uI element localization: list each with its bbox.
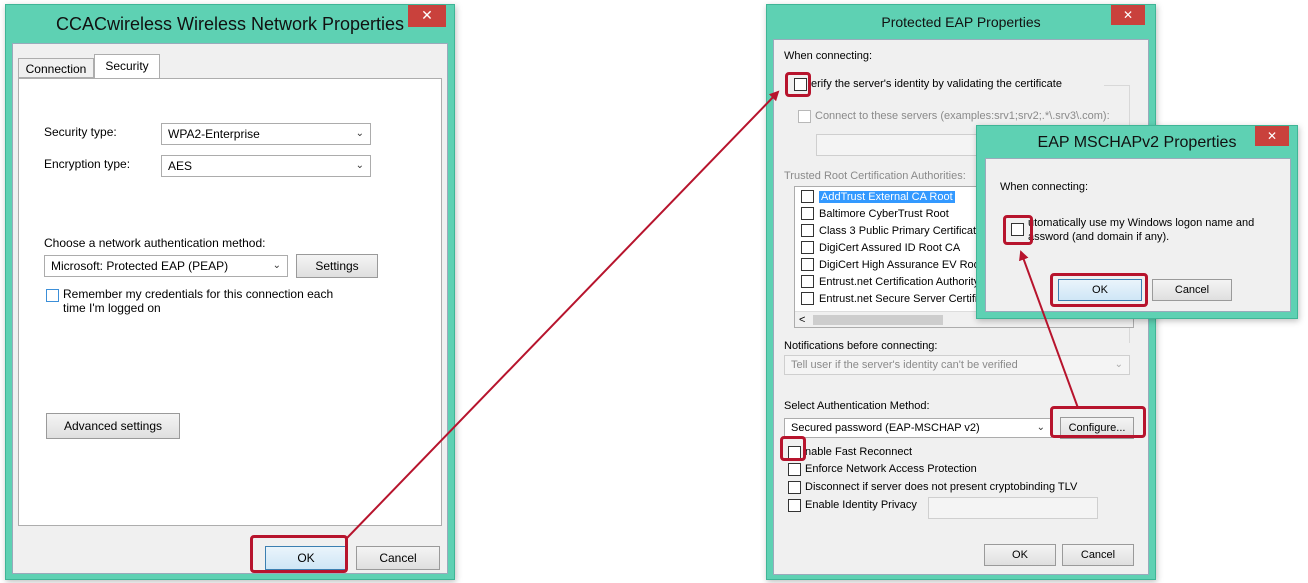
auto-logon-label-2: assword (and domain if any).: [1028, 231, 1170, 243]
window-client: Connection Security Security type: WPA2-…: [12, 43, 448, 574]
highlight-configure-button: [1050, 406, 1146, 438]
security-type-value: WPA2-Enterprise: [168, 127, 260, 141]
auth-method-label: Choose a network authentication method:: [44, 236, 266, 250]
disconnect-tlv-label: Disconnect if server does not present cr…: [805, 481, 1078, 493]
remember-credentials-label-2: time I'm logged on: [63, 301, 161, 315]
cert-name: Baltimore CyberTrust Root: [819, 208, 949, 220]
chevron-down-icon: ⌄: [1114, 359, 1123, 370]
encryption-type-value: AES: [168, 159, 193, 173]
cert-name: AddTrust External CA Root: [819, 191, 955, 203]
scroll-left-icon[interactable]: <: [799, 312, 805, 327]
cert-checkbox[interactable]: [801, 275, 814, 288]
identity-privacy-input[interactable]: [928, 497, 1098, 519]
highlight-ok-button: [250, 535, 348, 573]
cert-name: Class 3 Public Primary Certification: [819, 225, 991, 237]
when-connecting-label: When connecting:: [1000, 181, 1089, 193]
remember-credentials-checkbox[interactable]: [46, 289, 59, 302]
highlight-auto-logon: [1003, 215, 1033, 245]
auto-logon-label-1: utomatically use my Windows logon name a…: [1028, 217, 1255, 229]
auth-method-select[interactable]: Secured password (EAP-MSCHAP v2) ⌄: [784, 418, 1052, 438]
cert-name: Entrust.net Certification Authority: [819, 276, 980, 288]
cert-checkbox[interactable]: [801, 241, 814, 254]
encryption-type-select[interactable]: AES ⌄: [161, 155, 371, 177]
cancel-button[interactable]: Cancel: [1152, 279, 1232, 301]
window-title: EAP MSCHAPv2 Properties: [1037, 134, 1237, 151]
cert-checkbox[interactable]: [801, 258, 814, 271]
network-properties-window: CCACwireless Wireless Network Properties…: [5, 4, 455, 580]
enforce-nap-checkbox[interactable]: [788, 463, 801, 476]
close-button[interactable]: ✕: [1255, 126, 1289, 146]
cert-name: Entrust.net Secure Server Certific: [819, 293, 983, 305]
tab-security[interactable]: Security: [94, 54, 160, 79]
highlight-fast-reconnect: [780, 436, 806, 461]
cert-name: DigiCert Assured ID Root CA: [819, 242, 961, 254]
window-title: CCACwireless Wireless Network Properties: [55, 14, 405, 34]
verify-identity-label: erify the server's identity by validatin…: [811, 78, 1062, 90]
auth-method-value: Secured password (EAP-MSCHAP v2): [791, 422, 980, 434]
security-type-label: Security type:: [44, 125, 117, 139]
cert-checkbox[interactable]: [801, 207, 814, 220]
highlight-mschap-ok: [1050, 273, 1148, 307]
window-title: Protected EAP Properties: [881, 14, 1041, 30]
auth-method-select[interactable]: Microsoft: Protected EAP (PEAP) ⌄: [44, 255, 288, 277]
settings-button[interactable]: Settings: [296, 254, 378, 278]
connect-servers-checkbox[interactable]: [798, 110, 811, 123]
when-connecting-label: When connecting:: [784, 50, 873, 62]
notifications-value: Tell user if the server's identity can't…: [791, 359, 1018, 371]
tab-panel: Security type: WPA2-Enterprise ⌄ Encrypt…: [18, 78, 442, 526]
security-type-select[interactable]: WPA2-Enterprise ⌄: [161, 123, 371, 145]
notifications-label: Notifications before connecting:: [784, 340, 938, 352]
chevron-down-icon: ⌄: [272, 260, 281, 271]
chevron-down-icon: ⌄: [355, 128, 364, 139]
cert-checkbox[interactable]: [801, 190, 814, 203]
chevron-down-icon: ⌄: [355, 160, 364, 171]
highlight-verify-checkbox: [785, 72, 811, 97]
select-auth-label: Select Authentication Method:: [784, 400, 930, 412]
enforce-nap-label: Enforce Network Access Protection: [805, 463, 977, 475]
advanced-settings-button[interactable]: Advanced settings: [46, 413, 180, 439]
identity-privacy-label: Enable Identity Privacy: [805, 499, 917, 511]
trusted-roots-label: Trusted Root Certification Authorities:: [784, 170, 966, 182]
identity-privacy-checkbox[interactable]: [788, 499, 801, 512]
cert-checkbox[interactable]: [801, 292, 814, 305]
close-button[interactable]: ✕: [408, 5, 446, 27]
disconnect-tlv-checkbox[interactable]: [788, 481, 801, 494]
cert-checkbox[interactable]: [801, 224, 814, 237]
chevron-down-icon: ⌄: [1036, 422, 1045, 433]
close-button[interactable]: ✕: [1111, 5, 1145, 25]
cert-name: DigiCert High Assurance EV Root C: [819, 259, 994, 271]
tab-connection[interactable]: Connection: [18, 58, 94, 78]
cancel-button[interactable]: Cancel: [356, 546, 440, 570]
remember-credentials-label-1: Remember my credentials for this connect…: [63, 287, 334, 301]
notifications-select[interactable]: Tell user if the server's identity can't…: [784, 355, 1130, 375]
connect-servers-label: Connect to these servers (examples:srv1;…: [815, 110, 1110, 122]
cancel-button[interactable]: Cancel: [1062, 544, 1134, 566]
auth-method-value: Microsoft: Protected EAP (PEAP): [51, 259, 229, 273]
ok-button[interactable]: OK: [984, 544, 1056, 566]
fast-reconnect-label: nable Fast Reconnect: [805, 446, 913, 458]
scrollbar-thumb[interactable]: [813, 315, 943, 325]
encryption-type-label: Encryption type:: [44, 157, 131, 171]
